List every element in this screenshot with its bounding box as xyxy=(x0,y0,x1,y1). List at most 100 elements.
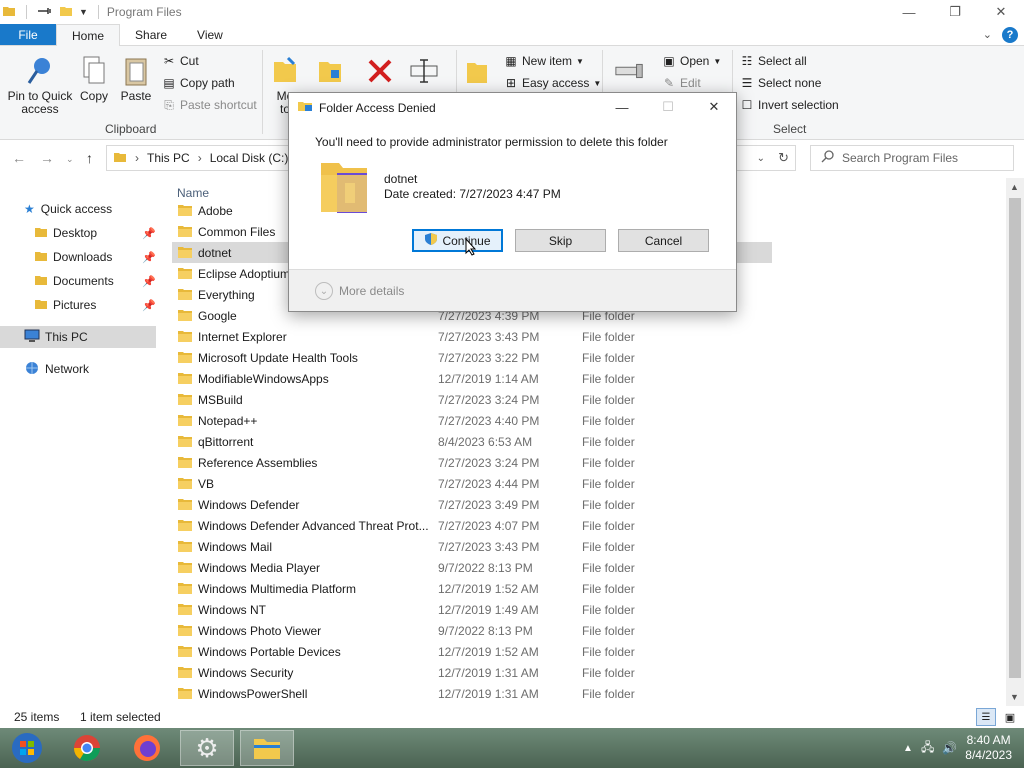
scroll-thumb[interactable] xyxy=(1009,198,1021,678)
paste-shortcut-button[interactable]: ⎘ Paste shortcut xyxy=(162,98,257,113)
back-arrow-icon[interactable]: ← xyxy=(12,150,26,166)
large-icons-view-icon[interactable]: ▣ xyxy=(1000,708,1020,726)
clipboard-group-label: Clipboard xyxy=(105,122,157,136)
pin-icon[interactable]: 📌 xyxy=(142,299,156,312)
properties-button[interactable] xyxy=(610,54,650,90)
table-row[interactable]: Notepad++ 7/27/2023 4:40 PM File folder xyxy=(172,410,772,431)
scroll-up-icon[interactable]: ▲ xyxy=(1010,182,1019,192)
cancel-button[interactable]: Cancel xyxy=(618,229,709,252)
minimize-button[interactable]: — xyxy=(886,0,932,24)
more-details-toggle[interactable]: ⌄ More details xyxy=(315,282,404,300)
table-row[interactable]: Windows Multimedia Platform 12/7/2019 1:5… xyxy=(172,578,772,599)
table-row[interactable]: ModifiableWindowsApps 12/7/2019 1:14 AM Fi… xyxy=(172,368,772,389)
table-row[interactable]: Internet Explorer 7/27/2023 3:43 PM File f… xyxy=(172,326,772,347)
new-item-button[interactable]: ▦ New item ▼ xyxy=(504,54,584,68)
copy-button[interactable]: Copy xyxy=(76,54,112,103)
breadcrumb-separator-icon[interactable]: › xyxy=(198,151,202,165)
pin-to-quick-access-button[interactable]: Pin to Quick access xyxy=(6,54,74,116)
volume-icon[interactable]: 🔊 xyxy=(942,741,957,755)
scroll-down-icon[interactable]: ▼ xyxy=(1010,692,1019,702)
easy-access-button[interactable]: ⊞ Easy access ▼ xyxy=(504,76,601,90)
new-folder-icon[interactable] xyxy=(59,4,73,21)
sidebar-item-desktop[interactable]: Desktop 📌 xyxy=(0,222,160,244)
breadcrumb-separator-icon[interactable]: › xyxy=(135,151,139,165)
table-row[interactable]: Microsoft Update Health Tools 7/27/2023 3… xyxy=(172,347,772,368)
expand-ribbon-chevron-icon[interactable]: ⌄ xyxy=(983,28,992,41)
maximize-button[interactable]: ❐ xyxy=(932,0,978,24)
close-button[interactable]: ✕ xyxy=(978,0,1024,24)
paste-button[interactable]: Paste xyxy=(118,54,154,103)
firefox-taskbar-button[interactable] xyxy=(120,730,174,766)
edit-button[interactable]: ✎ Edit xyxy=(662,76,701,90)
table-row[interactable]: VB 7/27/2023 4:44 PM File folder xyxy=(172,473,772,494)
show-hidden-icons-chevron-icon[interactable]: ▲ xyxy=(903,743,913,754)
breadcrumb-local-disk[interactable]: Local Disk (C:) xyxy=(210,151,289,165)
table-row[interactable]: qBittorrent 8/4/2023 6:53 AM File folder xyxy=(172,431,772,452)
clock[interactable]: 8:40 AM 8/4/2023 xyxy=(965,733,1012,763)
chevron-down-icon: ▼ xyxy=(713,56,722,66)
table-row[interactable]: Windows Portable Devices 12/7/2019 1:52 A… xyxy=(172,641,772,662)
invert-selection-button[interactable]: ☐ Invert selection xyxy=(740,98,839,112)
pin-icon[interactable]: 📌 xyxy=(142,275,156,288)
recent-locations-chevron-icon[interactable]: ⌄ xyxy=(66,154,74,165)
table-row[interactable]: WindowsPowerShell 12/7/2019 1:31 AM File f… xyxy=(172,683,772,704)
tab-view[interactable]: View xyxy=(182,24,238,45)
network-tray-icon[interactable]: 🖧 xyxy=(921,738,934,759)
select-none-button[interactable]: ☰ Select none xyxy=(740,76,822,90)
navigation-pane: ★ Quick access Desktop 📌 Downloads 📌 Doc… xyxy=(0,178,160,706)
dialog-minimize-button[interactable]: — xyxy=(599,93,645,121)
cut-button[interactable]: ✂ Cut xyxy=(162,54,199,68)
search-box[interactable]: Search Program Files xyxy=(810,145,1014,171)
copy-path-button[interactable]: ▤ Copy path xyxy=(162,76,234,90)
skip-button[interactable]: Skip xyxy=(515,229,606,252)
table-row[interactable]: Windows Mail 7/27/2023 3:43 PM File folder xyxy=(172,536,772,557)
up-arrow-icon[interactable]: ↑ xyxy=(86,150,93,166)
vertical-scrollbar[interactable]: ▲ ▼ xyxy=(1006,178,1024,706)
settings-taskbar-button[interactable]: ⚙ xyxy=(180,730,234,766)
breadcrumb-this-pc[interactable]: This PC xyxy=(147,151,190,165)
open-button[interactable]: ▣ Open ▼ xyxy=(662,54,721,68)
search-placeholder: Search Program Files xyxy=(842,151,959,165)
paste-icon xyxy=(120,54,152,88)
chrome-taskbar-button[interactable] xyxy=(60,730,114,766)
forward-arrow-icon[interactable]: → xyxy=(40,150,54,166)
table-row[interactable]: Reference Assemblies 7/27/2023 3:24 PM Fil… xyxy=(172,452,772,473)
file-date: 8/4/2023 6:53 AM xyxy=(438,434,533,449)
table-row[interactable]: Windows Security 12/7/2019 1:31 AM File fo… xyxy=(172,662,772,683)
tab-home[interactable]: Home xyxy=(56,24,121,46)
address-dropdown-chevron-icon[interactable]: ⌄ xyxy=(757,153,765,164)
new-folder-icon xyxy=(461,54,493,88)
select-all-button[interactable]: ☷ Select all xyxy=(740,54,807,68)
delete-button[interactable] xyxy=(362,54,398,90)
table-row[interactable]: MSBuild 7/27/2023 3:24 PM File folder xyxy=(172,389,772,410)
tab-share[interactable]: Share xyxy=(120,24,182,45)
table-row[interactable]: Windows Media Player 9/7/2022 8:13 PM File… xyxy=(172,557,772,578)
dialog-close-button[interactable]: ✕ xyxy=(691,93,737,121)
new-folder-button[interactable] xyxy=(462,54,492,90)
pin-icon xyxy=(24,54,56,88)
table-row[interactable]: Windows Defender Advanced Threat Prot...… xyxy=(172,515,772,536)
tab-file[interactable]: File xyxy=(0,24,56,45)
sidebar-item-downloads[interactable]: Downloads 📌 xyxy=(0,246,160,268)
rename-button[interactable] xyxy=(406,54,442,90)
help-icon[interactable]: ? xyxy=(1002,26,1018,43)
sidebar-item-documents[interactable]: Documents 📌 xyxy=(0,270,160,292)
pin-icon[interactable]: 📌 xyxy=(142,227,156,240)
table-row[interactable]: Windows Defender 7/27/2023 3:49 PM File fo… xyxy=(172,494,772,515)
table-row[interactable]: Windows Photo Viewer 9/7/2022 8:13 PM File… xyxy=(172,620,772,641)
details-view-icon[interactable]: ☰ xyxy=(976,708,996,726)
sidebar-item-pictures[interactable]: Pictures 📌 xyxy=(0,294,160,316)
column-header-name[interactable]: Name xyxy=(177,186,209,200)
file-explorer-taskbar-button[interactable] xyxy=(240,730,294,766)
sidebar-item-network[interactable]: Network xyxy=(0,358,89,380)
start-button[interactable] xyxy=(0,730,54,766)
refresh-icon[interactable]: ↻ xyxy=(778,150,789,166)
sidebar-item-quick-access[interactable]: ★ Quick access xyxy=(0,198,112,220)
pin-icon[interactable]: 📌 xyxy=(142,251,156,264)
customize-toolbar-chevron-icon[interactable]: ▼ xyxy=(79,7,88,17)
properties-icon[interactable] xyxy=(37,5,53,20)
continue-button[interactable]: Continue xyxy=(412,229,503,252)
table-row[interactable]: Windows NT 12/7/2019 1:49 AM File folder xyxy=(172,599,772,620)
copy-to-button[interactable] xyxy=(314,54,346,90)
sidebar-item-this-pc[interactable]: This PC xyxy=(0,326,156,348)
